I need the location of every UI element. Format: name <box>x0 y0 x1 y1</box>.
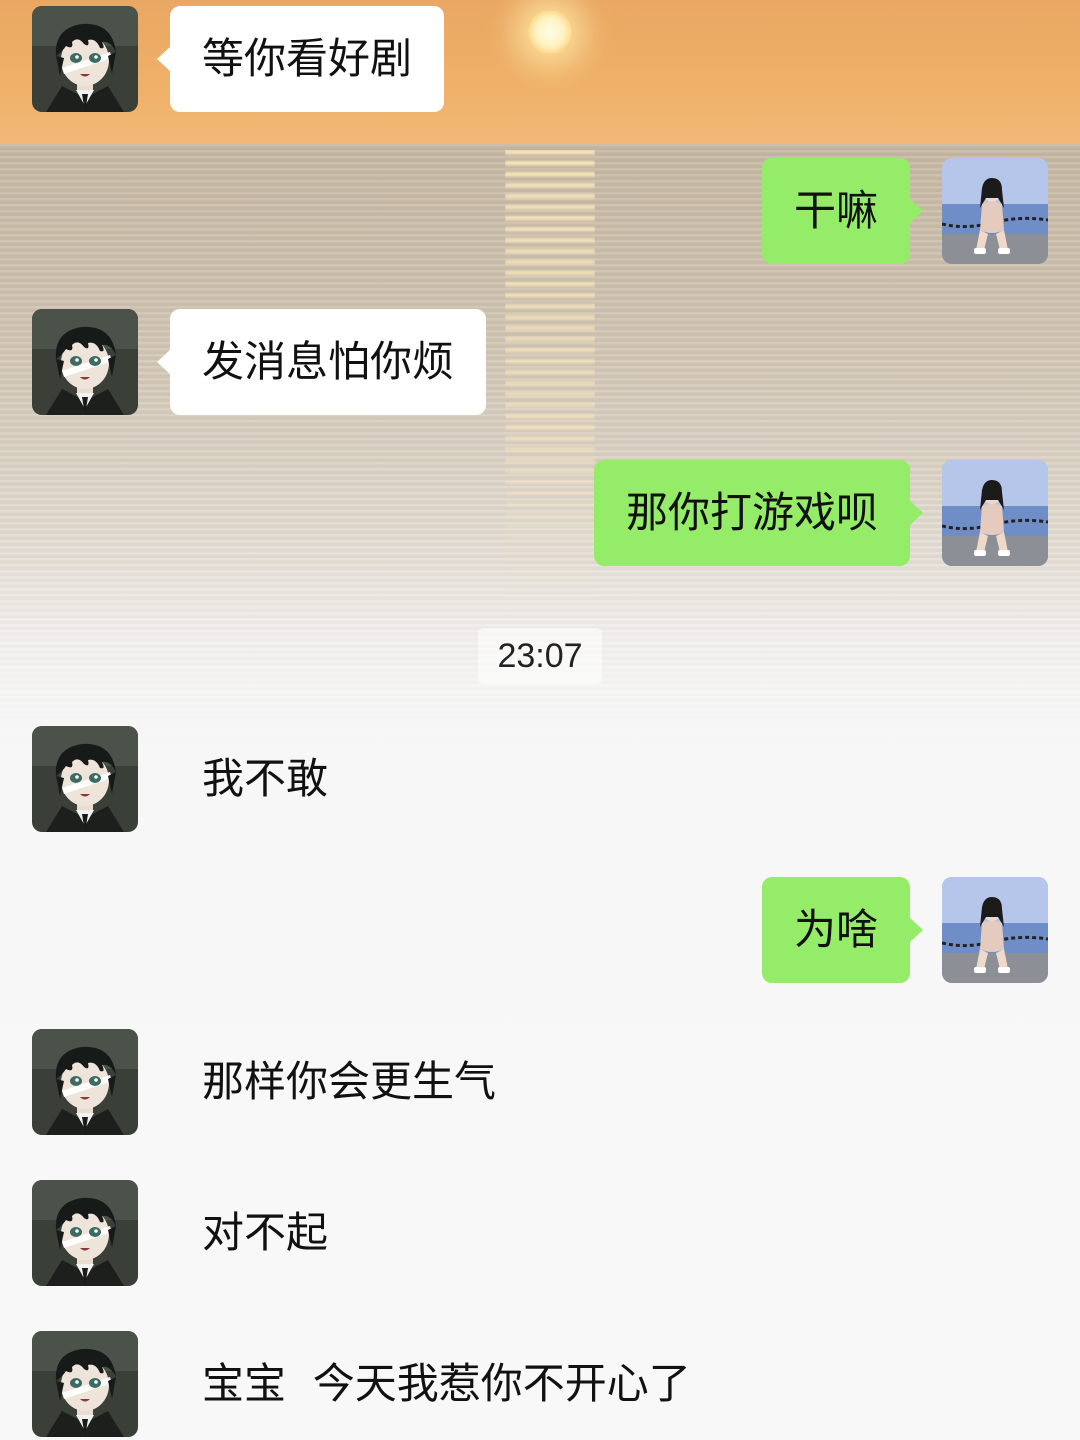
contact-avatar[interactable] <box>32 309 138 415</box>
incoming-message-bubble[interactable]: 等你看好剧 <box>156 6 445 112</box>
outgoing-message-bubble[interactable]: 那你打游戏呗 <box>593 460 924 566</box>
outgoing-message-bubble[interactable]: 干嘛 <box>761 158 924 264</box>
incoming-message-text[interactable]: 宝宝 今天我惹你不开心了 <box>202 1331 691 1437</box>
message-timestamp: 23:07 <box>478 628 602 684</box>
self-avatar[interactable] <box>942 158 1048 264</box>
contact-avatar[interactable] <box>32 726 138 832</box>
contact-avatar[interactable] <box>32 1180 138 1286</box>
self-avatar[interactable] <box>942 460 1048 566</box>
chat-thread[interactable]: 等你看好剧 干嘛 发消息怕你烦 那你打游戏呗 23:07 我不敢 为啥 那样你会… <box>0 0 1080 1440</box>
contact-avatar[interactable] <box>32 1029 138 1135</box>
incoming-message-text[interactable]: 那样你会更生气 <box>202 1029 496 1135</box>
incoming-message-text[interactable]: 对不起 <box>202 1180 328 1286</box>
incoming-message-bubble[interactable]: 发消息怕你烦 <box>156 309 487 415</box>
contact-avatar[interactable] <box>32 6 138 112</box>
incoming-message-text[interactable]: 我不敢 <box>202 726 328 832</box>
outgoing-message-bubble[interactable]: 为啥 <box>761 877 924 983</box>
self-avatar[interactable] <box>942 877 1048 983</box>
contact-avatar[interactable] <box>32 1331 138 1437</box>
